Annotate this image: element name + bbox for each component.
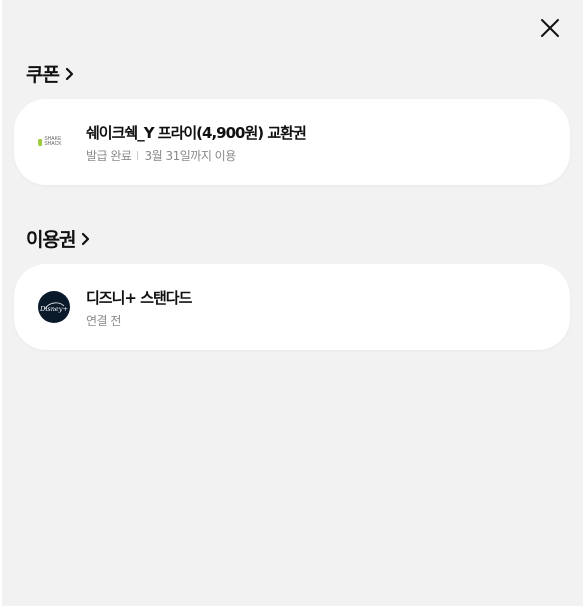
coupon-expiry: 3월 31일까지 이용 [144,149,236,163]
leaf-icon [38,138,43,146]
coupon-card[interactable]: SHAKE SHACK 쉐이크쉑_Y 프라이(4,900원) 교환권 발급 완료… [14,99,570,185]
coupon-section-title: 쿠폰 [26,64,60,86]
coupon-pass-sheet: 쿠폰 SHAKE SHACK 쉐이크쉑_Y 프라이(4,900원) 교환권 발급… [2,0,583,606]
disney-plus-logo: Disney+ [38,291,70,323]
pass-card[interactable]: Disney+ 디즈니+ 스탠다드 연결 전 [14,264,570,350]
chevron-right-icon [81,232,91,246]
coupon-status: 발급 완료 [86,149,132,163]
pass-section-header[interactable]: 이용권 [26,225,91,252]
brand-logo-text: SHAKE SHACK [44,136,62,147]
disney-plus-icon: Disney+ [39,302,68,313]
coupon-title: 쉐이크쉑_Y 프라이(4,900원) 교환권 [86,124,307,142]
coupon-section-header[interactable]: 쿠폰 [26,60,75,87]
pass-section-title: 이용권 [26,229,76,251]
pass-meta: 연결 전 [86,312,121,329]
svg-text:Disney+: Disney+ [39,305,68,313]
close-icon [541,19,559,37]
pass-title: 디즈니+ 스탠다드 [86,289,192,307]
close-button[interactable] [534,12,566,44]
pass-status: 연결 전 [86,314,121,328]
coupon-meta: 발급 완료 3월 31일까지 이용 [86,147,236,164]
divider [137,151,139,160]
shake-shack-logo: SHAKE SHACK [38,126,70,158]
chevron-right-icon [65,67,75,81]
